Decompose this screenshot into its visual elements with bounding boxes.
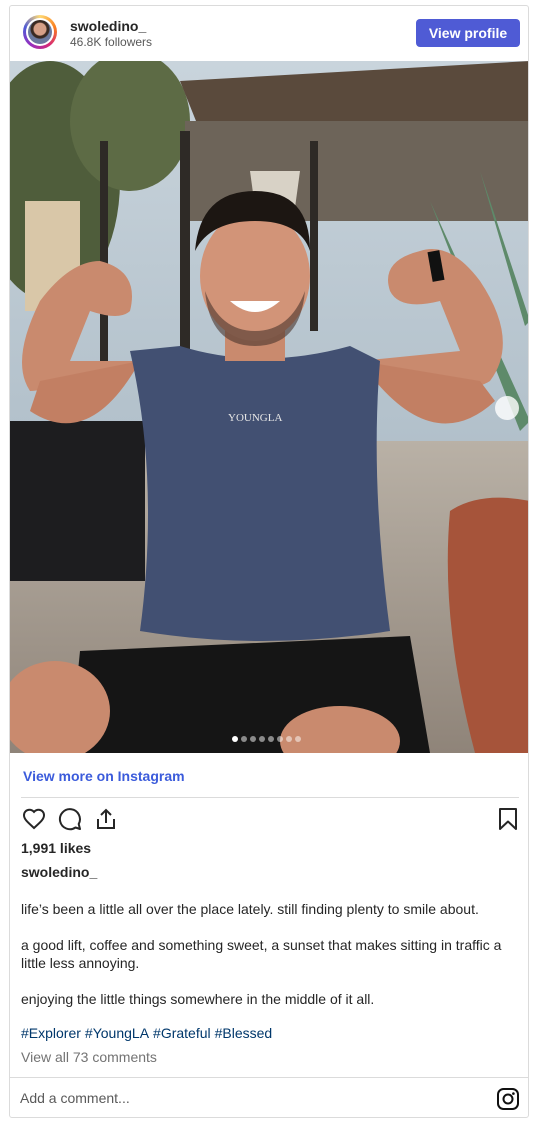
- divider: [21, 797, 519, 798]
- hashtag-link[interactable]: #Blessed: [215, 1025, 273, 1041]
- instagram-icon[interactable]: [496, 1087, 520, 1111]
- carousel-dots: [232, 736, 301, 742]
- share-icon: [97, 808, 115, 829]
- post-photo[interactable]: YOUNGLA: [10, 61, 528, 753]
- chevron-right-icon: [495, 396, 529, 753]
- carousel-dot: [286, 736, 292, 742]
- hashtag-list: #Explorer #YoungLA #Grateful #Blessed: [21, 1025, 276, 1041]
- action-bar: [21, 806, 519, 836]
- carousel-dot: [277, 736, 283, 742]
- caption-paragraph: life’s been a little all over the place …: [21, 901, 479, 917]
- shirt-logo-text: YOUNGLA: [228, 412, 282, 424]
- bookmark-button[interactable]: [495, 806, 521, 832]
- share-button[interactable]: [93, 806, 119, 832]
- comment-button[interactable]: [57, 806, 83, 832]
- post-photo-illustration: YOUNGLA: [10, 61, 528, 753]
- hashtag-link[interactable]: #Grateful: [153, 1025, 211, 1041]
- carousel-dot: [268, 736, 274, 742]
- instagram-embed-card: swoledino_ 46.8K followers View profile: [9, 5, 529, 1118]
- post-header: swoledino_ 46.8K followers View profile: [10, 6, 528, 61]
- carousel-dot: [250, 736, 256, 742]
- view-more-link[interactable]: View more on Instagram: [23, 768, 185, 784]
- view-all-comments-link[interactable]: View all 73 comments: [21, 1049, 157, 1065]
- likes-count[interactable]: 1,991 likes: [21, 840, 91, 856]
- heart-icon: [22, 808, 46, 830]
- carousel-dot: [241, 736, 247, 742]
- carousel-next-button[interactable]: [495, 396, 519, 420]
- caption-paragraph: a good lift, coffee and something sweet,…: [21, 937, 502, 971]
- hashtag-link[interactable]: #YoungLA: [85, 1025, 149, 1041]
- comment-icon: [58, 808, 81, 831]
- caption-username[interactable]: swoledino_: [21, 864, 97, 880]
- bookmark-icon: [499, 808, 517, 830]
- carousel-dot: [295, 736, 301, 742]
- view-profile-button[interactable]: View profile: [416, 19, 520, 47]
- comment-input[interactable]: [20, 1090, 460, 1106]
- like-button[interactable]: [21, 806, 47, 832]
- avatar[interactable]: [23, 15, 57, 49]
- followers-count: 46.8K followers: [70, 35, 153, 49]
- carousel-dot: [232, 736, 238, 742]
- carousel-dot: [259, 736, 265, 742]
- hashtag-link[interactable]: #Explorer: [21, 1025, 81, 1041]
- comment-bar: [10, 1077, 528, 1117]
- username[interactable]: swoledino_: [70, 18, 146, 34]
- caption-paragraph: enjoying the little things somewhere in …: [21, 991, 375, 1007]
